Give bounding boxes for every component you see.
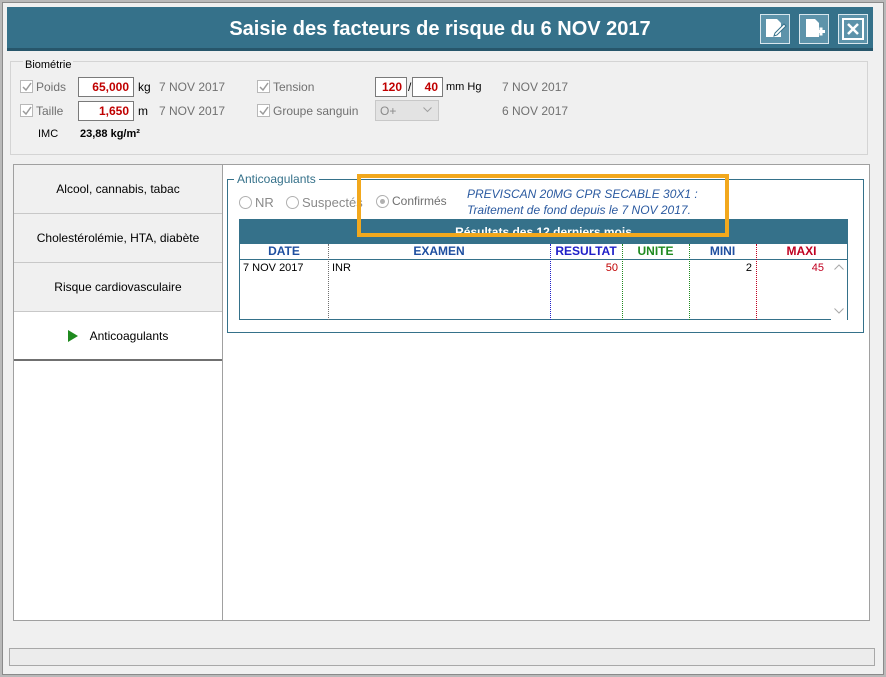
nav-item-label: Cholestérolémie, HTA, diabète (36, 231, 200, 245)
col-header-maxi: MAXI (756, 244, 847, 260)
highlight-box (357, 174, 729, 237)
nav-item-anticoagulants[interactable]: Anticoagulants (14, 312, 222, 361)
row-examen: INR (332, 262, 351, 274)
biometrie-legend: Biométrie (23, 59, 74, 71)
title-bar: Saisie des facteurs de risque du 6 NOV 2… (7, 7, 873, 51)
col-header-examen: EXAMEN (328, 244, 550, 260)
anticoagulants-title: Anticoagulants (234, 172, 319, 186)
groupe-sanguin-label: Groupe sanguin (273, 104, 359, 118)
results-scrollbar[interactable] (831, 260, 847, 320)
row-maxi: 45 (811, 262, 824, 274)
tension-separator: / (408, 80, 412, 94)
check-icon (259, 82, 269, 92)
nav-item-alcool[interactable]: Alcool, cannabis, tabac (14, 165, 222, 214)
status-bar (9, 648, 875, 666)
row-date: 7 NOV 2017 (243, 262, 304, 274)
play-icon (67, 329, 78, 342)
nav-item-label: Risque cardiovasculaire (54, 280, 182, 294)
tension-unit: mm Hg (446, 81, 482, 93)
nav-item-label: Alcool, cannabis, tabac (56, 182, 180, 196)
nav-item-cholesterolemie[interactable]: Cholestérolémie, HTA, diabète (14, 214, 222, 263)
nav-item-risque-cardiovasculaire[interactable]: Risque cardiovasculaire (14, 263, 222, 312)
tension-systolic-field[interactable]: 120 (375, 77, 407, 97)
taille-unit: m (138, 104, 148, 118)
category-nav: Alcool, cannabis, tabac Cholestérolémie,… (14, 165, 223, 620)
taille-field[interactable]: 1,650 (78, 101, 134, 121)
col-header-date: DATE (240, 244, 328, 260)
poids-unit: kg (138, 80, 151, 94)
scroll-up-icon (834, 264, 844, 270)
row-mini: 2 (745, 262, 752, 274)
groupe-sanguin-date: 6 NOV 2017 (502, 104, 569, 118)
check-icon (259, 106, 269, 116)
taille-label: Taille (36, 104, 64, 118)
taille-date: 7 NOV 2017 (159, 104, 226, 118)
window-title: Saisie des facteurs de risque du 6 NOV 2… (229, 18, 651, 40)
col-header-resultat: RESULTAT (550, 244, 622, 260)
close-button[interactable] (838, 14, 868, 44)
groupe-sanguin-select[interactable]: O+ (375, 100, 439, 121)
chevron-down-icon (423, 107, 432, 113)
radio-suspectes-label: Suspectés (302, 195, 363, 210)
tension-label: Tension (273, 80, 315, 94)
poids-label: Poids (36, 80, 67, 94)
poids-field[interactable]: 65,000 (78, 77, 134, 97)
new-document-button[interactable] (799, 14, 829, 44)
imc-value: 23,88 kg/m² (80, 128, 140, 140)
new-document-icon (806, 19, 825, 37)
groupe-sanguin-value: O+ (380, 104, 397, 118)
scroll-down-icon (834, 308, 844, 314)
edit-note-button[interactable] (760, 14, 790, 44)
radio-suspectes[interactable] (286, 196, 299, 209)
imc-label: IMC (38, 128, 59, 140)
edit-note-icon (766, 19, 787, 37)
check-icon (22, 106, 32, 116)
tension-checkbox[interactable] (257, 80, 270, 93)
poids-checkbox[interactable] (20, 80, 33, 93)
poids-date: 7 NOV 2017 (159, 80, 226, 94)
radio-nr[interactable] (239, 196, 252, 209)
taille-checkbox[interactable] (20, 104, 33, 117)
tension-diastolic-field[interactable]: 40 (412, 77, 443, 97)
groupe-sanguin-checkbox[interactable] (257, 104, 270, 117)
row-resultat: 50 (605, 262, 618, 274)
col-header-unite: UNITE (622, 244, 689, 260)
close-icon (842, 18, 864, 40)
col-header-mini: MINI (689, 244, 756, 260)
radio-nr-label: NR (255, 195, 274, 210)
nav-item-label: Anticoagulants (89, 328, 169, 343)
tension-date: 7 NOV 2017 (502, 80, 569, 94)
check-icon (22, 82, 32, 92)
